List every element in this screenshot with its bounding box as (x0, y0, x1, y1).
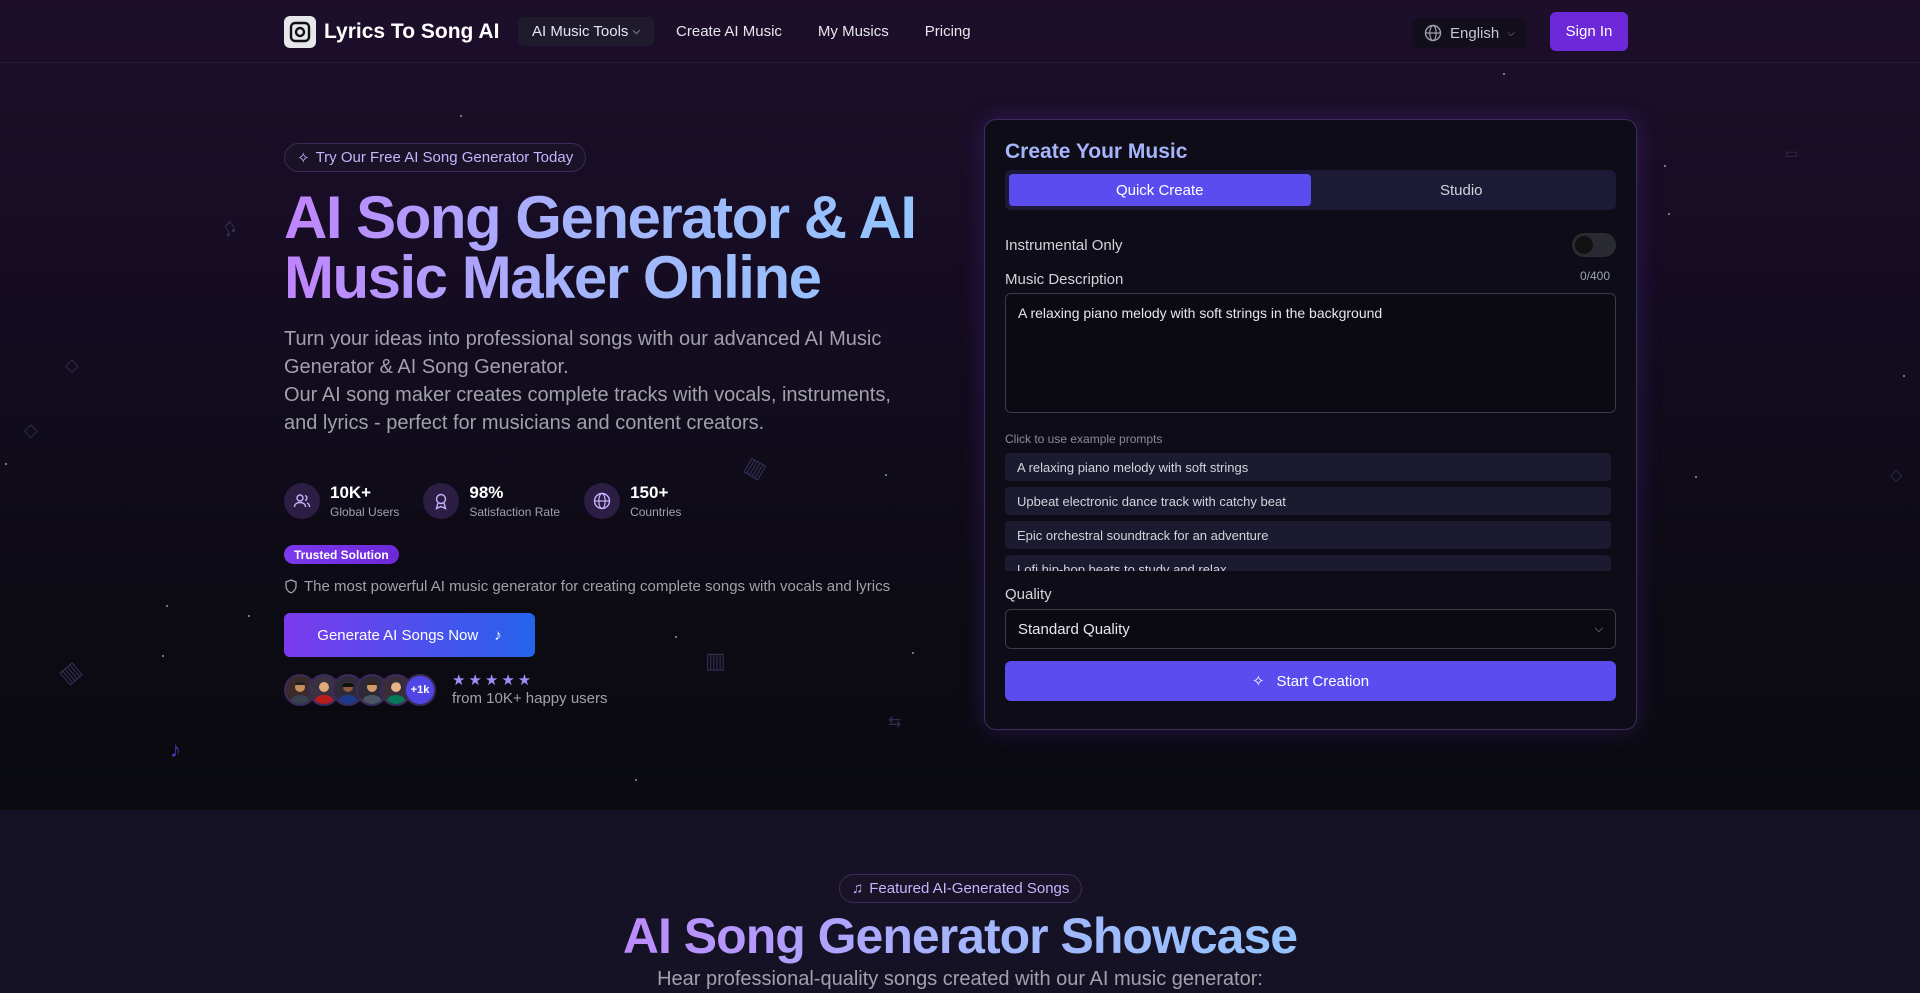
piano-deco-icon: ▥ (740, 451, 771, 484)
badge-text: Featured AI-Generated Songs (869, 880, 1070, 897)
rating-text: from 10K+ happy users (452, 690, 608, 707)
brand-logo[interactable]: Lyrics To Song AI (284, 16, 499, 48)
trusted-badge: Trusted Solution (284, 545, 399, 564)
diamond-deco-icon: ◇ (24, 420, 38, 440)
arrows-deco-icon: ⇆ (888, 714, 902, 731)
examples-label: Click to use example prompts (1005, 432, 1163, 446)
globe-icon (584, 483, 621, 519)
start-creation-button[interactable]: ✧ Start Creation (1005, 661, 1616, 701)
featured-songs-badge: ♫ Featured AI-Generated Songs (839, 874, 1083, 903)
instrumental-label: Instrumental Only (1005, 237, 1123, 254)
music-description-input[interactable]: A relaxing piano melody with soft string… (1005, 293, 1616, 413)
powerful-tagline: The most powerful AI music generator for… (284, 578, 890, 595)
stat-value: 98% (469, 483, 504, 502)
sparkle-icon: ✧ (1251, 673, 1265, 690)
chevron-down-icon: ⌵ (1594, 622, 1603, 635)
tab-quick-create[interactable]: Quick Create (1009, 174, 1311, 206)
nav-my-musics[interactable]: My Musics (804, 17, 903, 46)
example-prompts-list[interactable]: A relaxing piano melody with soft string… (1005, 453, 1611, 571)
tab-studio[interactable]: Studio (1311, 174, 1613, 206)
sparkle-icon: ✧ (297, 149, 310, 167)
note-deco-icon: ♪ (170, 737, 181, 762)
nav-pricing[interactable]: Pricing (911, 17, 985, 46)
piano-deco-icon: ▥ (54, 656, 87, 689)
stat-label: Satisfaction Rate (469, 505, 561, 519)
chevron-down-icon: ⌵ (1507, 27, 1515, 39)
description-label: Music Description (1005, 271, 1124, 288)
diamond-deco-icon: ◇ (65, 355, 79, 375)
mode-tabs: Quick Create Studio (1005, 170, 1616, 210)
nav-ai-music-tools[interactable]: AI Music Tools ⌵ (518, 17, 655, 46)
star-rating-icon: ★★★★★ (452, 672, 535, 689)
nav-create-ai-music[interactable]: Create AI Music (662, 17, 796, 46)
nav-links: AI Music Tools ⌵ Create AI Music My Musi… (518, 17, 993, 46)
music-note-icon: ♪ (494, 626, 502, 644)
nav-link-label: AI Music Tools (532, 23, 629, 40)
showcase-subtitle: Hear professional-quality songs created … (657, 968, 1263, 990)
music-deco-icon: ♫ (214, 212, 242, 243)
showcase-title: AI Song Generator Showcase (0, 907, 1920, 965)
stats-row: 10K+ Global Users 98% Satisfaction Rate … (284, 483, 681, 519)
logo-icon (284, 16, 316, 48)
rect-deco-icon: ▭ (1785, 145, 1799, 161)
shield-icon (285, 579, 297, 594)
more-users-badge: +1k (404, 674, 436, 706)
brand-name: Lyrics To Song AI (324, 20, 500, 43)
example-prompt[interactable]: A relaxing piano melody with soft string… (1005, 453, 1611, 481)
panel-title: Create Your Music (1005, 140, 1188, 163)
button-label: Generate AI Songs Now (317, 626, 479, 644)
badge-text: Try Our Free AI Song Generator Today (315, 149, 574, 166)
stat-label: Global Users (330, 505, 400, 519)
hero-description-line: Turn your ideas into professional songs … (284, 328, 882, 378)
hero-title: AI Song Generator & AI Music Maker Onlin… (284, 188, 924, 308)
example-prompt[interactable]: Epic orchestral soundtrack for an advent… (1005, 521, 1611, 549)
stat-global-users: 10K+ Global Users (284, 483, 399, 519)
toggle-knob (1575, 236, 1593, 254)
quality-label: Quality (1005, 586, 1052, 603)
stat-label: Countries (630, 505, 682, 519)
sign-in-button[interactable]: Sign In (1550, 12, 1628, 51)
users-icon (284, 483, 320, 519)
free-generator-badge: ✧ Try Our Free AI Song Generator Today (284, 143, 587, 172)
diamond-deco-icon: ◇ (1890, 467, 1903, 484)
stat-countries: 150+ Countries (584, 483, 681, 519)
example-prompt[interactable]: Upbeat electronic dance track with catch… (1005, 487, 1611, 515)
piano-deco-icon: ▥ (705, 648, 726, 673)
award-icon (423, 483, 460, 519)
generate-songs-button[interactable]: Generate AI Songs Now ♪ (284, 613, 535, 657)
stat-value: 150+ (630, 483, 669, 502)
create-music-panel: Create Your Music Quick Create Studio In… (984, 119, 1637, 730)
example-prompt[interactable]: Lofi hip-hop beats to study and relax (1005, 555, 1611, 571)
instrumental-toggle[interactable] (1572, 233, 1616, 257)
quality-select[interactable]: Standard Quality ⌵ (1005, 609, 1616, 649)
hero-description: Turn your ideas into professional songs … (284, 325, 894, 437)
stat-satisfaction: 98% Satisfaction Rate (423, 483, 560, 519)
language-selector[interactable]: English ⌵ (1412, 18, 1527, 48)
chevron-down-icon: ⌵ (632, 26, 641, 37)
globe-icon (1424, 24, 1442, 42)
rating: ★★★★★ from 10K+ happy users (452, 671, 608, 707)
top-nav: Lyrics To Song AI AI Music Tools ⌵ Creat… (0, 0, 1920, 63)
button-label: Start Creation (1276, 672, 1370, 690)
hero-description-line: Our AI song maker creates complete track… (284, 384, 891, 434)
quality-value: Standard Quality (1018, 620, 1130, 638)
music-note-icon: ♫ (852, 880, 864, 897)
user-avatars: +1k (284, 674, 436, 706)
tagline-text: The most powerful AI music generator for… (304, 578, 891, 595)
stat-value: 10K+ (330, 483, 372, 502)
language-label: English (1450, 24, 1500, 42)
char-counter: 0/400 (1580, 269, 1611, 283)
